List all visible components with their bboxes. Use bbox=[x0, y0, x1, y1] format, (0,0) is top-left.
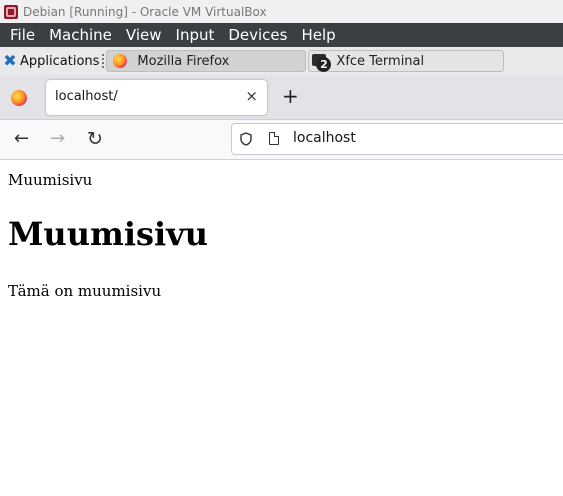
menu-help[interactable]: Help bbox=[295, 23, 343, 47]
taskbar-firefox-label: Mozilla Firefox bbox=[137, 53, 230, 69]
url-bar[interactable]: localhost bbox=[231, 123, 563, 155]
tab-localhost[interactable]: localhost/ × bbox=[46, 80, 267, 115]
taskbar-firefox[interactable]: Mozilla Firefox bbox=[106, 50, 307, 72]
taskbar-terminal[interactable]: 2 Xfce Terminal bbox=[308, 50, 505, 72]
terminal-icon: 2 bbox=[312, 54, 332, 72]
applications-label: Applications bbox=[20, 53, 100, 69]
xfce-panel: ✖ Applications Mozilla Firefox 2 Xfce Te… bbox=[0, 47, 563, 75]
menu-machine[interactable]: Machine bbox=[43, 23, 120, 47]
panel-separator bbox=[102, 54, 105, 68]
menu-devices[interactable]: Devices bbox=[222, 23, 295, 47]
page-heading: Muumisivu bbox=[8, 215, 208, 253]
vbox-title-bar: Debian [Running] - Oracle VM VirtualBox bbox=[0, 0, 563, 23]
url-text[interactable]: localhost bbox=[293, 130, 356, 146]
browser-nav-bar: ← → ↻ localhost bbox=[0, 120, 563, 160]
reload-button[interactable]: ↻ bbox=[87, 129, 103, 149]
firefox-icon bbox=[113, 54, 128, 68]
new-tab-button[interactable]: + bbox=[282, 85, 299, 107]
virtualbox-icon bbox=[4, 4, 18, 19]
firefox-view-icon[interactable] bbox=[11, 90, 27, 106]
window-count-badge: 2 bbox=[316, 57, 332, 72]
browser-tab-strip: localhost/ × + bbox=[0, 75, 563, 120]
page-paragraph: Tämä on muumisivu bbox=[8, 282, 162, 300]
page-top-text: Muumisivu bbox=[8, 171, 93, 189]
xfce-logo-icon: ✖ bbox=[3, 51, 17, 70]
close-tab-icon[interactable]: × bbox=[245, 87, 258, 105]
menu-input[interactable]: Input bbox=[170, 23, 223, 47]
applications-menu-button[interactable]: ✖ Applications bbox=[0, 47, 101, 75]
tab-title: localhost/ bbox=[55, 89, 118, 104]
back-button[interactable]: ← bbox=[14, 129, 29, 149]
menu-view[interactable]: View bbox=[120, 23, 170, 47]
page-info-icon[interactable] bbox=[269, 132, 279, 145]
shield-icon[interactable] bbox=[240, 132, 252, 146]
menu-file[interactable]: File bbox=[0, 23, 43, 47]
window-title: Debian [Running] - Oracle VM VirtualBox bbox=[23, 4, 267, 19]
forward-button[interactable]: → bbox=[50, 129, 65, 149]
vbox-menu-bar: File Machine View Input Devices Help bbox=[0, 23, 563, 47]
taskbar-terminal-label: Xfce Terminal bbox=[336, 53, 425, 69]
